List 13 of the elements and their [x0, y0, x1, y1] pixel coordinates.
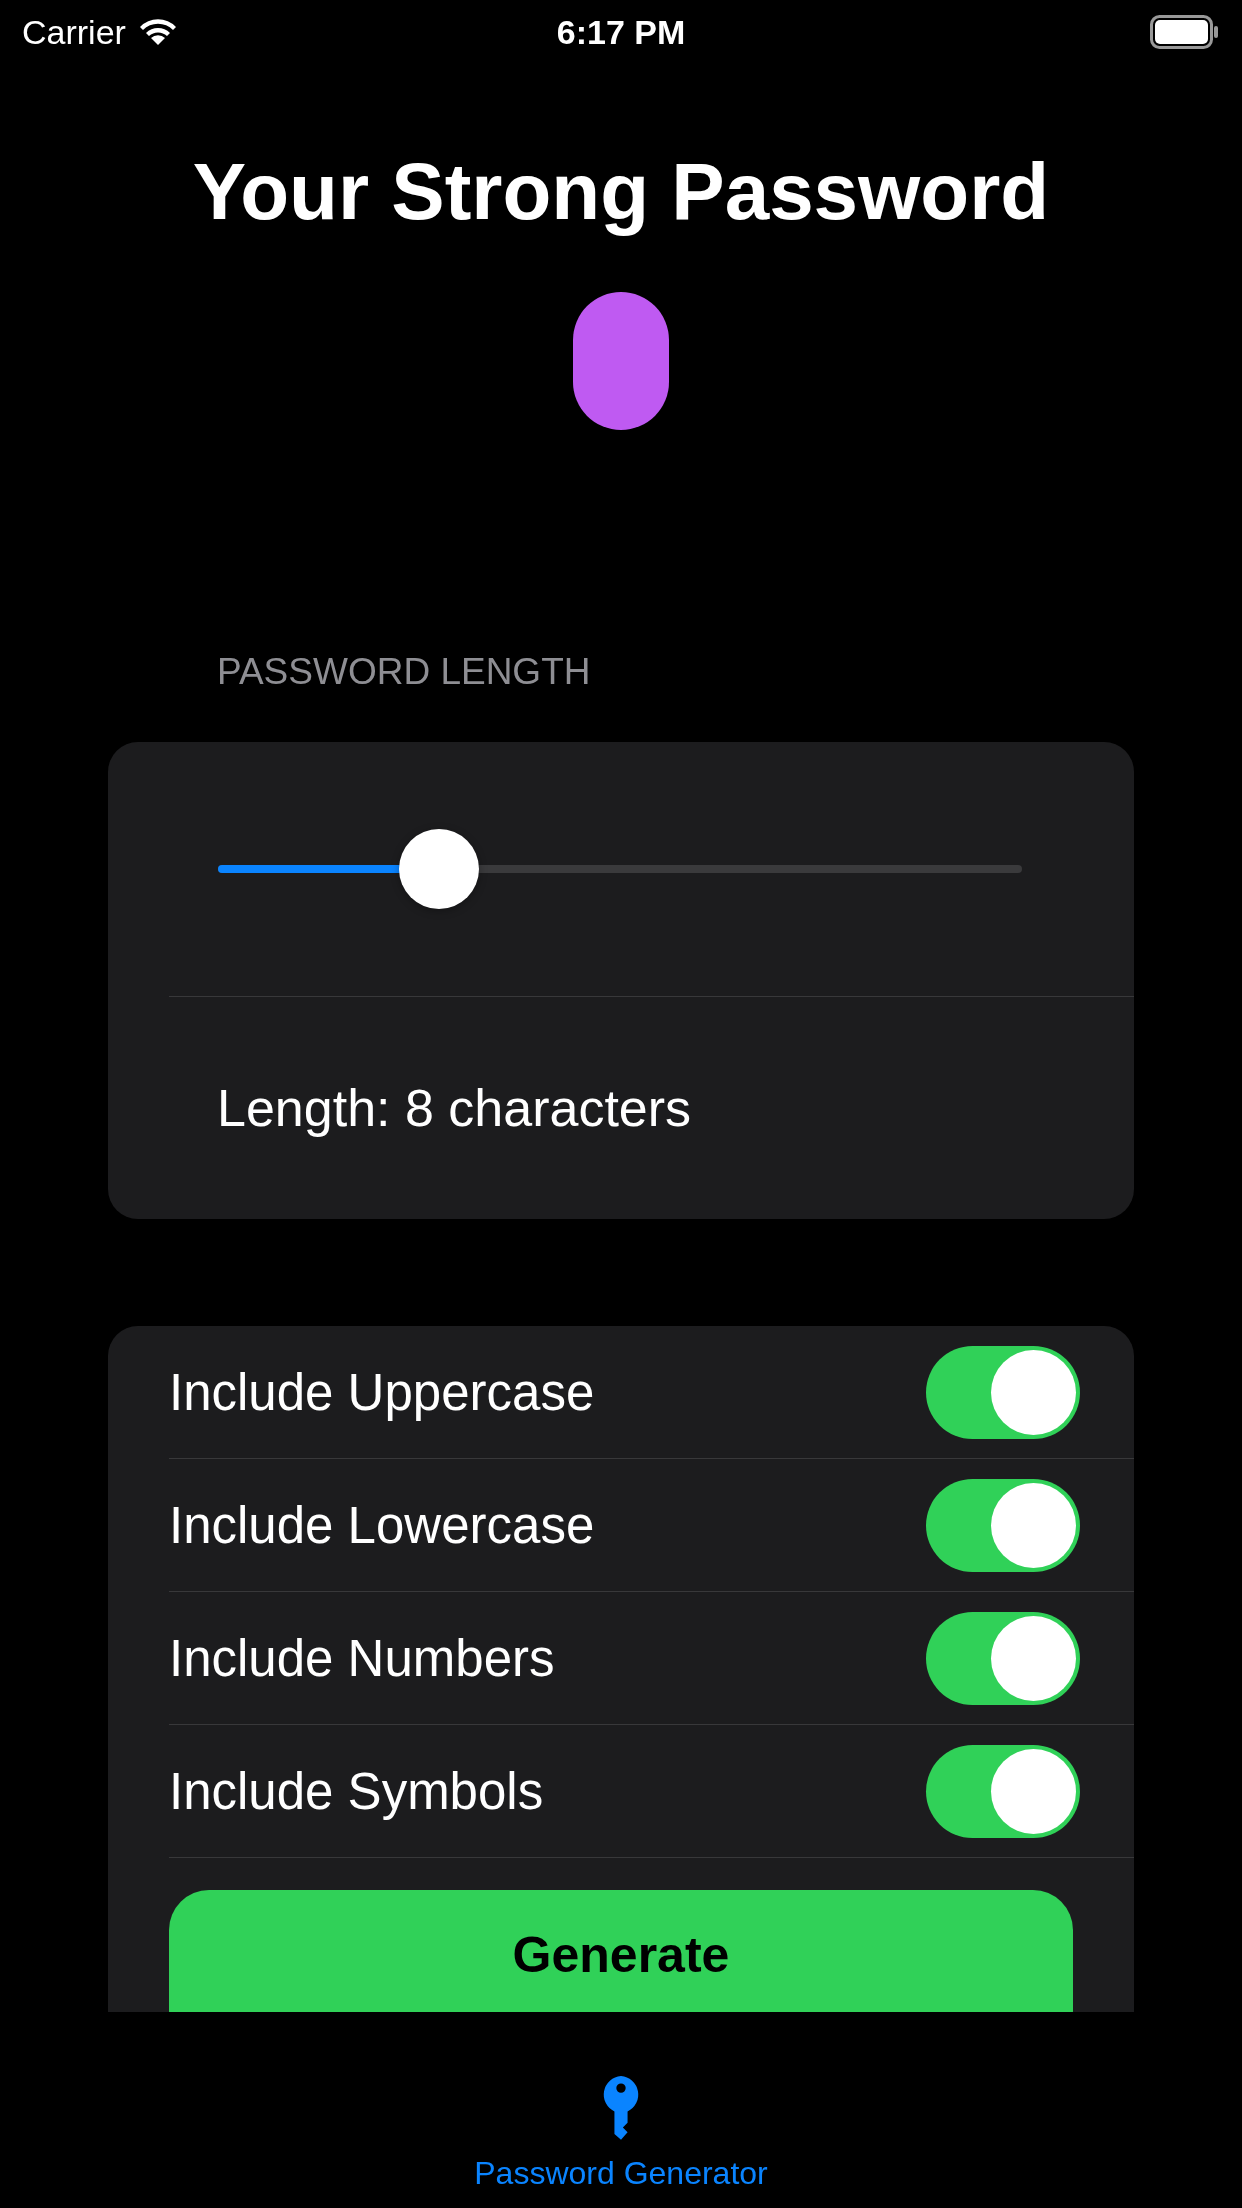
status-time: 6:17 PM — [556, 12, 686, 52]
option-label: Include Uppercase — [169, 1362, 595, 1422]
carrier-name: Carrier — [22, 12, 126, 52]
page-title: Your Strong Password — [191, 146, 1051, 238]
battery-icon — [1150, 15, 1220, 49]
length-slider[interactable] — [218, 829, 1022, 909]
option-label: Include Numbers — [169, 1628, 555, 1688]
tab-item[interactable]: Password Generator — [474, 2074, 768, 2192]
option-label: Include Lowercase — [169, 1495, 595, 1555]
length-label: Length: 8 characters — [217, 1078, 692, 1138]
option-label: Include Symbols — [169, 1761, 544, 1821]
section-header: PASSWORD LENGTH — [217, 650, 592, 694]
generate-button[interactable]: Generate — [169, 1890, 1073, 2012]
